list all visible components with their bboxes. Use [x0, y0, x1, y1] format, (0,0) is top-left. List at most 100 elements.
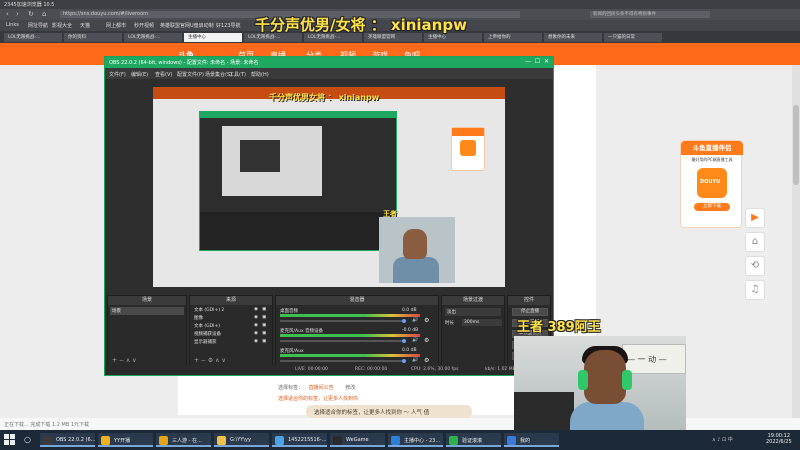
- scrollbar-thumb[interactable]: [793, 105, 799, 185]
- obs-preview[interactable]: 千分声优男女将 ： xinianpw 王者: [153, 87, 505, 287]
- bookmark-item[interactable]: 影视大全: [52, 22, 72, 29]
- volume-slider-handle[interactable]: [402, 359, 406, 363]
- volume-slider[interactable]: [280, 320, 406, 322]
- taskbar-item[interactable]: 我的: [504, 433, 559, 447]
- source-item[interactable]: 文本 (GDI+) 2 ◉ ▣: [192, 307, 270, 313]
- taskbar-item[interactable]: YY开播: [98, 433, 153, 447]
- bookmark-item[interactable]: 秒开视频: [134, 22, 154, 29]
- volume-slider-handle[interactable]: [402, 339, 406, 343]
- refresh-side-icon[interactable]: ⟲: [745, 256, 765, 276]
- speaker-icon[interactable]: 🔊: [412, 337, 418, 343]
- bookmark-item[interactable]: 英雄联盟官网: [160, 22, 190, 29]
- home-side-icon[interactable]: ⌂: [745, 232, 765, 252]
- eye-icon[interactable]: ◉: [254, 331, 258, 336]
- source-item[interactable]: 显示器捕获 ◉ ▣: [192, 339, 270, 345]
- douyu-assistant-widget[interactable]: 斗鱼直播伴侣 最好用的PC端直播工具 DOUYU 立即下载: [680, 140, 743, 228]
- source-label: 文本 (GDI+): [194, 324, 220, 329]
- refresh-icon[interactable]: ↻: [28, 10, 34, 18]
- browser-tab[interactable]: 想象你的未来: [544, 33, 602, 42]
- obs-menu-item[interactable]: 工具(T): [229, 71, 246, 78]
- taskbar-item[interactable]: 主播中心 - 23...: [388, 433, 443, 447]
- eye-icon[interactable]: ◉: [254, 315, 258, 320]
- nested-obs-panels: [200, 212, 396, 250]
- windows-taskbar: ○ OBS 22.0.2 (6... YY开播 三人游 - 在... G:\YY\yy…: [0, 430, 800, 450]
- source-item[interactable]: 图像 ◉ ▣: [192, 315, 270, 321]
- volume-slider-handle[interactable]: [402, 319, 406, 323]
- browser-tab[interactable]: LOL无限挑战-...: [4, 33, 62, 42]
- bookmark-item[interactable]: 天猫: [80, 22, 90, 29]
- taskbar-item-label: 我的: [520, 438, 531, 444]
- browser-tab[interactable]: 上帝给你的: [484, 33, 542, 42]
- eye-icon[interactable]: ◉: [254, 323, 258, 328]
- headset-icon[interactable]: ♫: [745, 280, 765, 300]
- speaker-icon[interactable]: 🔊: [412, 357, 418, 363]
- taskbar-item[interactable]: 三人游 - 在...: [156, 433, 211, 447]
- obs-menu-item[interactable]: 帮助(H): [251, 71, 269, 78]
- browser-tab[interactable]: LOL无限挑战-...: [124, 33, 182, 42]
- browser-titlebar: 2345加速浏览器 10.5: [0, 0, 800, 9]
- taskbar-item[interactable]: OBS 22.0.2 (6...: [40, 433, 95, 447]
- volume-slider[interactable]: [280, 360, 406, 362]
- back-icon[interactable]: ‹: [6, 10, 9, 18]
- eye-icon[interactable]: ◉: [254, 307, 258, 312]
- browser-tab[interactable]: 主播中心: [184, 33, 242, 42]
- lock-icon[interactable]: ▣: [262, 315, 266, 320]
- play-icon[interactable]: ▶: [745, 208, 765, 228]
- obs-menu-item[interactable]: 文件(F): [109, 71, 126, 78]
- volume-meter: [280, 334, 420, 337]
- duration-input[interactable]: 300ms: [462, 319, 502, 326]
- gear-icon[interactable]: ⚙: [424, 337, 429, 344]
- taskbar-item[interactable]: WeGame: [330, 433, 385, 447]
- scene-controls[interactable]: + − ∧ ∨: [112, 357, 137, 364]
- taskbar-item[interactable]: G:\YY\yy: [214, 433, 269, 447]
- browser-tab[interactable]: 一只猫的日常: [604, 33, 662, 42]
- eye-icon[interactable]: ◉: [254, 339, 258, 344]
- page-scrollbar[interactable]: [792, 65, 800, 418]
- bookmark-item[interactable]: U盘启动制: [190, 22, 214, 29]
- clock[interactable]: 19:00:12 2022/6/25: [766, 433, 792, 445]
- forward-icon[interactable]: ›: [16, 10, 19, 18]
- system-tray[interactable]: ∧ ♪ ⊡ 中: [712, 436, 733, 443]
- transitions-header: 场景过渡: [442, 296, 504, 305]
- lock-icon[interactable]: ▣: [262, 323, 266, 328]
- source-item[interactable]: 文本 (GDI+) ◉ ▣: [192, 323, 270, 329]
- lock-icon[interactable]: ▣: [262, 307, 266, 312]
- volume-slider[interactable]: [280, 340, 406, 342]
- mixer-panel: 混音器 桌面音频 0.0 dB 🔊 ⚙ 麦克风/Aux 音频设备 -0.0 dB 🔊 ⚙ 麦克风…: [275, 295, 439, 367]
- gear-icon[interactable]: ⚙: [424, 317, 429, 324]
- app-icon: [217, 436, 226, 445]
- home-icon[interactable]: ⌂: [42, 10, 46, 18]
- bookmark-item[interactable]: 好123导航: [216, 22, 241, 29]
- taskbar-item[interactable]: 验证滚滚: [446, 433, 501, 447]
- bookmark-item[interactable]: Links: [6, 22, 19, 28]
- taskbar-item[interactable]: 1452215516-...: [272, 433, 327, 447]
- obs-window: OBS 22.0.2 (64-bit, windows) - 配置文件: 未命名…: [104, 56, 554, 376]
- tag-hint: 选择适合你的标签，让更多人找到你: [278, 396, 359, 402]
- lock-icon[interactable]: ▣: [262, 339, 266, 344]
- mixer-channel-db: -0.0 dB: [402, 328, 419, 333]
- windows-start-icon[interactable]: [4, 434, 16, 446]
- bookmark-item[interactable]: 网上都市: [106, 22, 126, 29]
- window-controls[interactable]: — ☐ ✕: [525, 58, 549, 65]
- widget-description: 最好用的PC端直播工具: [691, 157, 733, 162]
- transition-select[interactable]: 淡出: [445, 308, 501, 316]
- obs-menu-item[interactable]: 查看(V): [155, 71, 172, 78]
- obs-control-button[interactable]: 停止直播: [512, 308, 548, 316]
- obs-menu-item[interactable]: 编辑(E): [131, 71, 148, 78]
- nested-widget: [451, 127, 485, 171]
- speaker-icon[interactable]: 🔊: [412, 317, 418, 323]
- gear-icon[interactable]: ⚙: [424, 357, 429, 364]
- search-input[interactable]: 新闻的回民头条不得有特别事件: [590, 11, 710, 18]
- source-item[interactable]: 视频捕获设备 ◉ ▣: [192, 331, 270, 337]
- lock-icon[interactable]: ▣: [262, 331, 266, 336]
- scene-item[interactable]: 场景: [110, 307, 184, 315]
- bookmark-item[interactable]: 网址导航: [28, 22, 48, 29]
- search-icon[interactable]: ○: [24, 435, 31, 444]
- browser-tab[interactable]: 你的资料: [64, 33, 122, 42]
- obs-menu-item[interactable]: 配置文件(P): [177, 71, 204, 78]
- announcement-link[interactable]: 直播间公告: [309, 385, 334, 391]
- download-button[interactable]: 立即下载: [694, 203, 730, 211]
- taskbar-item-label: WeGame: [346, 437, 369, 443]
- edit-link[interactable]: 修改: [345, 385, 355, 391]
- source-controls[interactable]: + − ⚙ ∧ ∨: [194, 357, 226, 364]
